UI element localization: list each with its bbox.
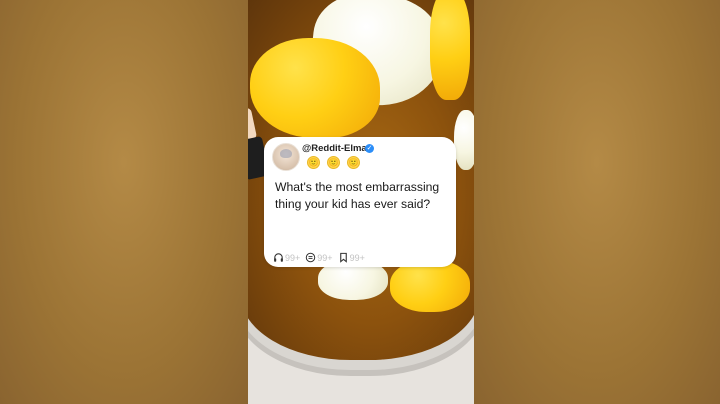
emoji-row: 🙂 🙂 🙂 [307,156,360,169]
bookmark-icon [339,252,347,263]
comments-count: 99+ [317,252,333,263]
stats-row: 99+ 99+ 99+ [273,252,365,263]
comment-icon [306,252,316,263]
yellow-dumpling [250,38,380,138]
blurred-background-right [474,0,720,404]
listens-count: 99+ [285,252,301,263]
username-handle[interactable]: @Reddit-Elma [302,143,367,154]
saves-count: 99+ [349,252,365,263]
emoji-icon: 🙂 [307,156,320,169]
blurred-background-left [0,0,248,404]
listens-stat[interactable]: 99+ [273,252,300,263]
emoji-icon: 🙂 [347,156,360,169]
question-text: What's the most embarrassing thing your … [275,180,440,211]
yellow-dumpling [390,260,470,312]
verified-check-icon: ✓ [365,144,374,153]
emoji-icon: 🙂 [327,156,340,169]
avatar[interactable] [272,143,300,171]
yellow-dumpling [430,0,470,100]
saves-stat[interactable]: 99+ [338,252,365,263]
question-card[interactable]: @Reddit-Elma ✓ 🙂 🙂 🙂 What's the most emb… [264,137,456,267]
headphones-icon [274,253,283,262]
white-dumpling [454,110,474,170]
comments-stat[interactable]: 99+ [305,252,333,263]
